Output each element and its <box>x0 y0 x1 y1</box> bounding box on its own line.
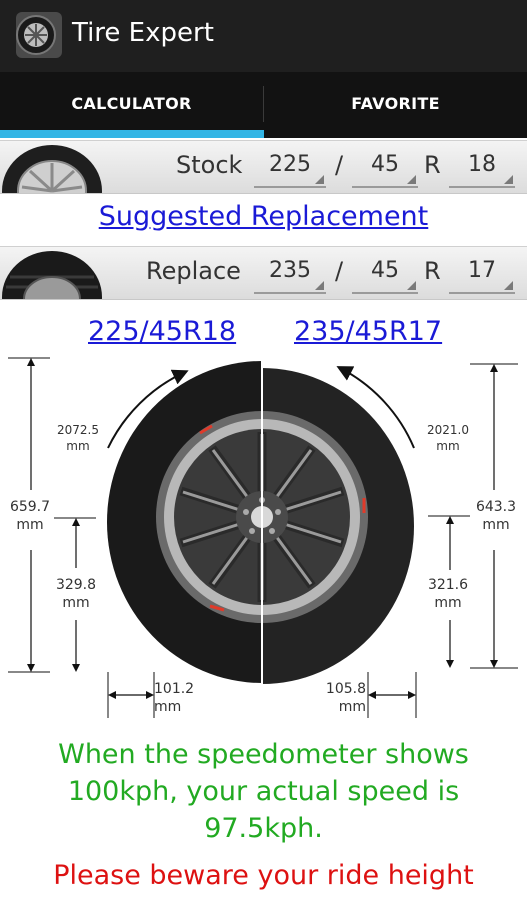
ride-height-warning: Please beware your ride height <box>53 860 474 891</box>
tire-comparison-diagram <box>8 357 518 718</box>
stock-label: Stock <box>176 151 243 179</box>
replace-diameter-value: 643.3 <box>475 499 517 515</box>
tab-favorite[interactable]: FAVORITE <box>264 72 527 138</box>
stock-size-link[interactable]: 225/45R18 <box>88 316 236 347</box>
stock-circumference-unit: mm <box>66 439 90 453</box>
suggested-replacement-link[interactable]: Suggested Replacement <box>0 201 527 232</box>
tab-indicator <box>0 130 264 138</box>
replace-circumference-unit: mm <box>436 439 460 453</box>
stock-diameter-label: 659.7 mm <box>2 498 58 534</box>
dropdown-arrow-icon <box>504 175 513 184</box>
replace-slash: / <box>335 257 344 285</box>
stock-r-label: R <box>424 151 441 179</box>
replace-row: Replace 235 / 45 R 17 <box>0 246 527 300</box>
stock-aspect-value: 45 <box>371 152 399 177</box>
dropdown-arrow-icon <box>407 175 416 184</box>
stock-circumference-value: 2072.5 <box>57 423 99 437</box>
stock-circumference-label: 2072.5 mm <box>50 422 106 454</box>
replace-rim-spinner[interactable]: 17 <box>449 252 515 294</box>
replace-size-link[interactable]: 235/45R17 <box>294 316 442 347</box>
replace-r-label: R <box>424 257 441 285</box>
replace-radius-unit: mm <box>434 595 462 611</box>
stock-radius-label: 329.8 mm <box>48 576 104 612</box>
replace-width-value: 235 <box>269 258 311 283</box>
stock-row: Stock 225 / 45 R 18 <box>0 140 527 194</box>
stock-tire-thumbnail <box>2 145 102 193</box>
stock-width-spinner[interactable]: 225 <box>254 146 326 188</box>
dropdown-arrow-icon <box>504 281 513 290</box>
speed-result-message: When the speedometer shows 100kph, your … <box>0 736 527 847</box>
replace-diameter-label: 643.3 mm <box>467 498 525 534</box>
replace-tire-thumbnail <box>2 251 102 299</box>
replace-rim-value: 17 <box>468 258 496 283</box>
dropdown-arrow-icon <box>315 175 324 184</box>
replace-radius-label: 321.6 mm <box>420 576 476 612</box>
replace-sidewall-unit: mm <box>338 699 366 715</box>
replace-sidewall-label: 105.8 mm <box>322 680 366 716</box>
stock-diameter-value: 659.7 <box>9 499 51 515</box>
stock-diameter-unit: mm <box>16 517 44 533</box>
stock-radius-value: 329.8 <box>55 577 97 593</box>
stock-aspect-spinner[interactable]: 45 <box>352 146 418 188</box>
action-bar: Tire Expert <box>0 0 527 72</box>
stock-rim-value: 18 <box>468 152 496 177</box>
stock-radius-unit: mm <box>62 595 90 611</box>
stock-sidewall-unit: mm <box>154 699 182 715</box>
replace-aspect-spinner[interactable]: 45 <box>352 252 418 294</box>
stock-slash: / <box>335 151 344 179</box>
stock-rim-spinner[interactable]: 18 <box>449 146 515 188</box>
stock-sidewall-value: 101.2 <box>154 681 195 697</box>
tab-calculator[interactable]: CALCULATOR <box>0 72 263 138</box>
replace-sidewall-value: 105.8 <box>325 681 366 697</box>
dropdown-arrow-icon <box>407 281 416 290</box>
tab-bar: CALCULATOR FAVORITE <box>0 72 527 138</box>
replace-label: Replace <box>146 257 241 285</box>
replace-aspect-value: 45 <box>371 258 399 283</box>
app-logo-icon <box>16 12 62 58</box>
stock-width-value: 225 <box>269 152 311 177</box>
dropdown-arrow-icon <box>315 281 324 290</box>
replace-diameter-unit: mm <box>482 517 510 533</box>
replace-circumference-value: 2021.0 <box>427 423 469 437</box>
stock-sidewall-label: 101.2 mm <box>154 680 198 716</box>
replace-width-spinner[interactable]: 235 <box>254 252 326 294</box>
replace-circumference-label: 2021.0 mm <box>420 422 476 454</box>
replace-radius-value: 321.6 <box>427 577 469 593</box>
speed-result-text: When the speedometer shows 100kph, your … <box>58 739 469 844</box>
app-title: Tire Expert <box>72 18 214 48</box>
